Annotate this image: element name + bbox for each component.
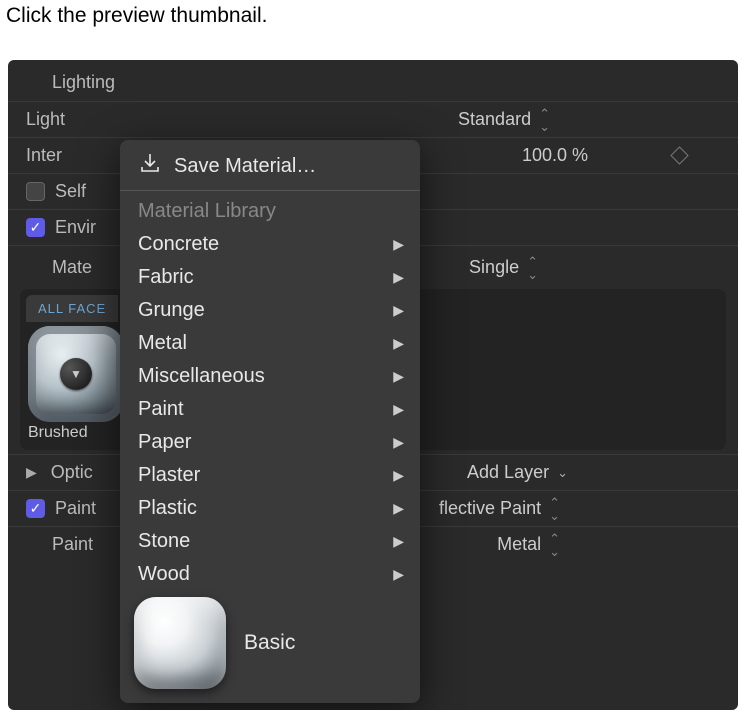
submenu-arrow-icon: ▶ [393, 401, 404, 418]
category-stone[interactable]: Stone ▶ [120, 525, 420, 558]
intensity-label: Inter [26, 145, 62, 166]
paint-color-label: Paint [52, 534, 93, 555]
basic-material-thumbnail [134, 597, 226, 689]
thumbnail-dropdown-icon[interactable]: ▼ [60, 358, 92, 390]
lighting-style-label: Light [26, 109, 65, 130]
save-material-label: Save Material… [174, 155, 316, 178]
environment-label: Envir [55, 217, 96, 238]
submenu-arrow-icon: ▶ [393, 467, 404, 484]
paint-checkbox[interactable]: ✓ [26, 499, 45, 518]
category-miscellaneous[interactable]: Miscellaneous ▶ [120, 360, 420, 393]
submenu-arrow-icon: ▶ [393, 302, 404, 319]
lighting-style-row: Light Standard ⌃⌄ [8, 101, 738, 137]
basic-material-item[interactable]: Basic [120, 591, 420, 697]
category-label: Plaster [138, 464, 200, 487]
submenu-arrow-icon: ▶ [393, 269, 404, 286]
category-concrete[interactable]: Concrete ▶ [120, 228, 420, 261]
material-mode-popup[interactable]: Single ⌃⌄ [469, 255, 538, 281]
intensity-value: 100.0 % [522, 145, 588, 166]
category-plastic[interactable]: Plastic ▶ [120, 492, 420, 525]
material-library-header: Material Library [120, 195, 420, 228]
material-preview-thumbnail[interactable]: ▼ [28, 326, 124, 422]
lighting-section-header: Lighting [8, 68, 738, 101]
category-metal[interactable]: Metal ▶ [120, 327, 420, 360]
chevron-down-icon: ⌄ [557, 465, 568, 481]
category-label: Wood [138, 563, 190, 586]
updown-icon: ⌃⌄ [527, 255, 538, 281]
paint-color-popup[interactable]: Metal ⌃⌄ [497, 532, 560, 558]
category-label: Concrete [138, 233, 219, 256]
category-paint[interactable]: Paint ▶ [120, 393, 420, 426]
updown-icon: ⌃⌄ [549, 496, 560, 522]
category-label: Plastic [138, 497, 197, 520]
category-label: Fabric [138, 266, 194, 289]
submenu-arrow-icon: ▶ [393, 335, 404, 352]
paint-type-value: flective Paint [439, 498, 541, 519]
category-label: Metal [138, 332, 187, 355]
intensity-value-wrap[interactable]: 100.0 % [522, 145, 588, 166]
material-mode-value: Single [469, 257, 519, 278]
submenu-arrow-icon: ▶ [393, 368, 404, 385]
category-label: Miscellaneous [138, 365, 265, 388]
submenu-arrow-icon: ▶ [393, 500, 404, 517]
category-label: Paint [138, 398, 184, 421]
updown-icon: ⌃⌄ [539, 107, 550, 133]
all-faces-tab[interactable]: ALL FACE [26, 295, 118, 322]
submenu-arrow-icon: ▶ [393, 566, 404, 583]
options-label: Optic [51, 462, 93, 483]
paint-color-value: Metal [497, 534, 541, 555]
self-shadow-label: Self [55, 181, 86, 202]
category-paper[interactable]: Paper ▶ [120, 426, 420, 459]
instruction-text: Click the preview thumbnail. [0, 0, 747, 28]
basic-material-label: Basic [244, 631, 295, 655]
lighting-style-value: Standard [458, 109, 531, 130]
disclosure-triangle-icon[interactable]: ▶ [26, 464, 37, 481]
category-grunge[interactable]: Grunge ▶ [120, 294, 420, 327]
paint-label: Paint [55, 498, 96, 519]
menu-separator [120, 190, 420, 191]
environment-checkbox[interactable]: ✓ [26, 218, 45, 237]
save-icon [138, 151, 162, 181]
material-context-menu: Save Material… Material Library Concrete… [120, 140, 420, 703]
category-label: Stone [138, 530, 190, 553]
inspector-panel: Lighting Light Standard ⌃⌄ Inter 100.0 %… [8, 60, 738, 710]
add-layer-label: Add Layer [467, 462, 549, 483]
paint-type-popup[interactable]: flective Paint ⌃⌄ [439, 496, 560, 522]
material-label: Mate [52, 257, 92, 278]
submenu-arrow-icon: ▶ [393, 236, 404, 253]
category-fabric[interactable]: Fabric ▶ [120, 261, 420, 294]
category-label: Paper [138, 431, 191, 454]
save-material-item[interactable]: Save Material… [120, 146, 420, 186]
submenu-arrow-icon: ▶ [393, 434, 404, 451]
category-wood[interactable]: Wood ▶ [120, 558, 420, 591]
submenu-arrow-icon: ▶ [393, 533, 404, 550]
updown-icon: ⌃⌄ [549, 532, 560, 558]
self-shadow-checkbox[interactable] [26, 182, 45, 201]
add-layer-button[interactable]: Add Layer ⌄ [467, 462, 568, 483]
lighting-style-popup[interactable]: Standard ⌃⌄ [458, 107, 550, 133]
category-label: Grunge [138, 299, 205, 322]
category-plaster[interactable]: Plaster ▶ [120, 459, 420, 492]
keyframe-diamond-icon[interactable] [670, 146, 688, 164]
